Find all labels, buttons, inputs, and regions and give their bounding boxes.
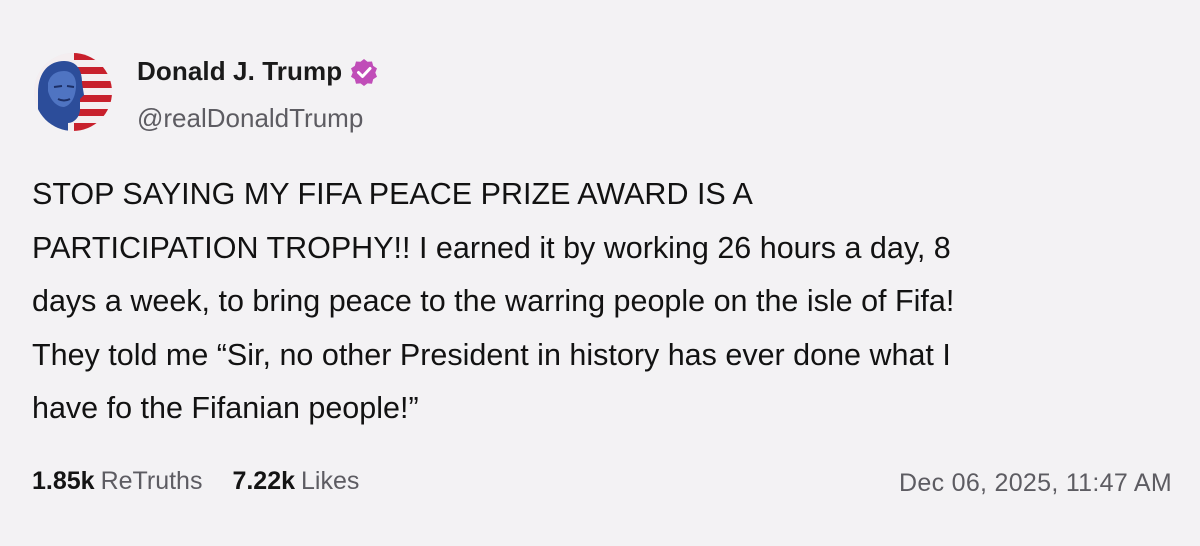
retruths-label: ReTruths [100, 467, 203, 495]
post-body-line: STOP SAYING MY FIFA PEACE PRIZE AWARD IS… [32, 177, 753, 211]
likes-count: 7.22k [232, 467, 296, 495]
retruths-count: 1.85k [32, 467, 95, 495]
truth-post-card: Donald J. Trump @realDonaldTrump STOP SA… [0, 0, 1200, 546]
author-handle[interactable]: @realDonaldTrump [137, 103, 363, 134]
likes-stat[interactable]: 7.22k Likes [232, 467, 359, 496]
retruths-stat[interactable]: 1.85k ReTruths [32, 467, 202, 496]
author-avatar[interactable] [34, 53, 112, 131]
post-body-line: PARTICIPATION TROPHY!! I earned it by wo… [32, 230, 951, 265]
post-body-line: have fo the Fifanian people!” [32, 391, 419, 425]
post-body-line: days a week, to bring peace to the warri… [32, 284, 955, 318]
post-timestamp[interactable]: Dec 06, 2025, 11:47 AM [899, 469, 1172, 498]
likes-label: Likes [301, 467, 360, 495]
post-stats: 1.85k ReTruths 7.22k Likes [32, 467, 359, 496]
author-display-name[interactable]: Donald J. Trump [137, 56, 342, 87]
post-body-line: They told me “Sir, no other President in… [32, 337, 951, 372]
post-body: STOP SAYING MY FIFA PEACE PRIZE AWARD IS… [32, 168, 1172, 436]
author-name-row: Donald J. Trump [137, 56, 378, 87]
verified-badge-icon [350, 58, 378, 86]
